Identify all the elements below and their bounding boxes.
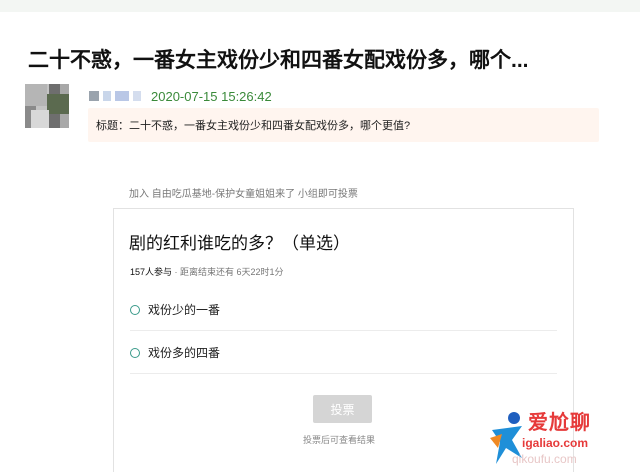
poll-stats: 157人参与 · 距离结束还有 6天22时1分: [130, 265, 284, 278]
avatar[interactable]: [25, 84, 69, 128]
poll-participants: 157人参与: [130, 267, 173, 277]
avatar-pixel: [31, 110, 49, 128]
poll-option[interactable]: 戏份少的一番: [130, 289, 557, 331]
poll-question: 剧的红利谁吃的多？（单选）: [129, 234, 350, 253]
watermark: 爱尬聊 igaliao.com qikoufu.com: [488, 404, 640, 472]
vote-button[interactable]: 投票: [313, 395, 372, 423]
avatar-pixel: [25, 84, 47, 106]
avatar-pixel: [47, 94, 69, 114]
poll-option-label: 戏份多的四番: [148, 346, 221, 360]
watermark-url-secondary: qikoufu.com: [512, 452, 577, 466]
post-title: 二十不惑，一番女主戏份少和四番女配戏份多，哪个...: [28, 49, 529, 72]
radio-circle-icon[interactable]: [130, 347, 140, 358]
poll-option[interactable]: 戏份多的四番: [130, 332, 557, 374]
watermark-url: igaliao.com: [522, 436, 589, 450]
top-bar: [0, 0, 640, 12]
radio-circle-icon[interactable]: [130, 304, 140, 315]
post-timestamp: 2020-07-15 15:26:42: [151, 88, 272, 104]
poll-option-label: 戏份少的一番: [148, 303, 221, 317]
watermark-text: 爱尬聊: [528, 412, 591, 434]
join-group-prompt[interactable]: 加入 自由吃瓜基地-保护女童姐姐来了 小组即可投票: [129, 185, 358, 200]
poll-time-left: · 距离结束还有 6天22时1分: [172, 267, 284, 277]
vote-hint: 投票后可查看结果: [303, 435, 376, 445]
username-blurred[interactable]: [89, 91, 141, 101]
post-subject: 标题：二十不惑，一番女主戏份少和四番女配戏份多，哪个更值?: [88, 108, 599, 142]
post-meta: 2020-07-15 15:26:42: [89, 88, 272, 104]
